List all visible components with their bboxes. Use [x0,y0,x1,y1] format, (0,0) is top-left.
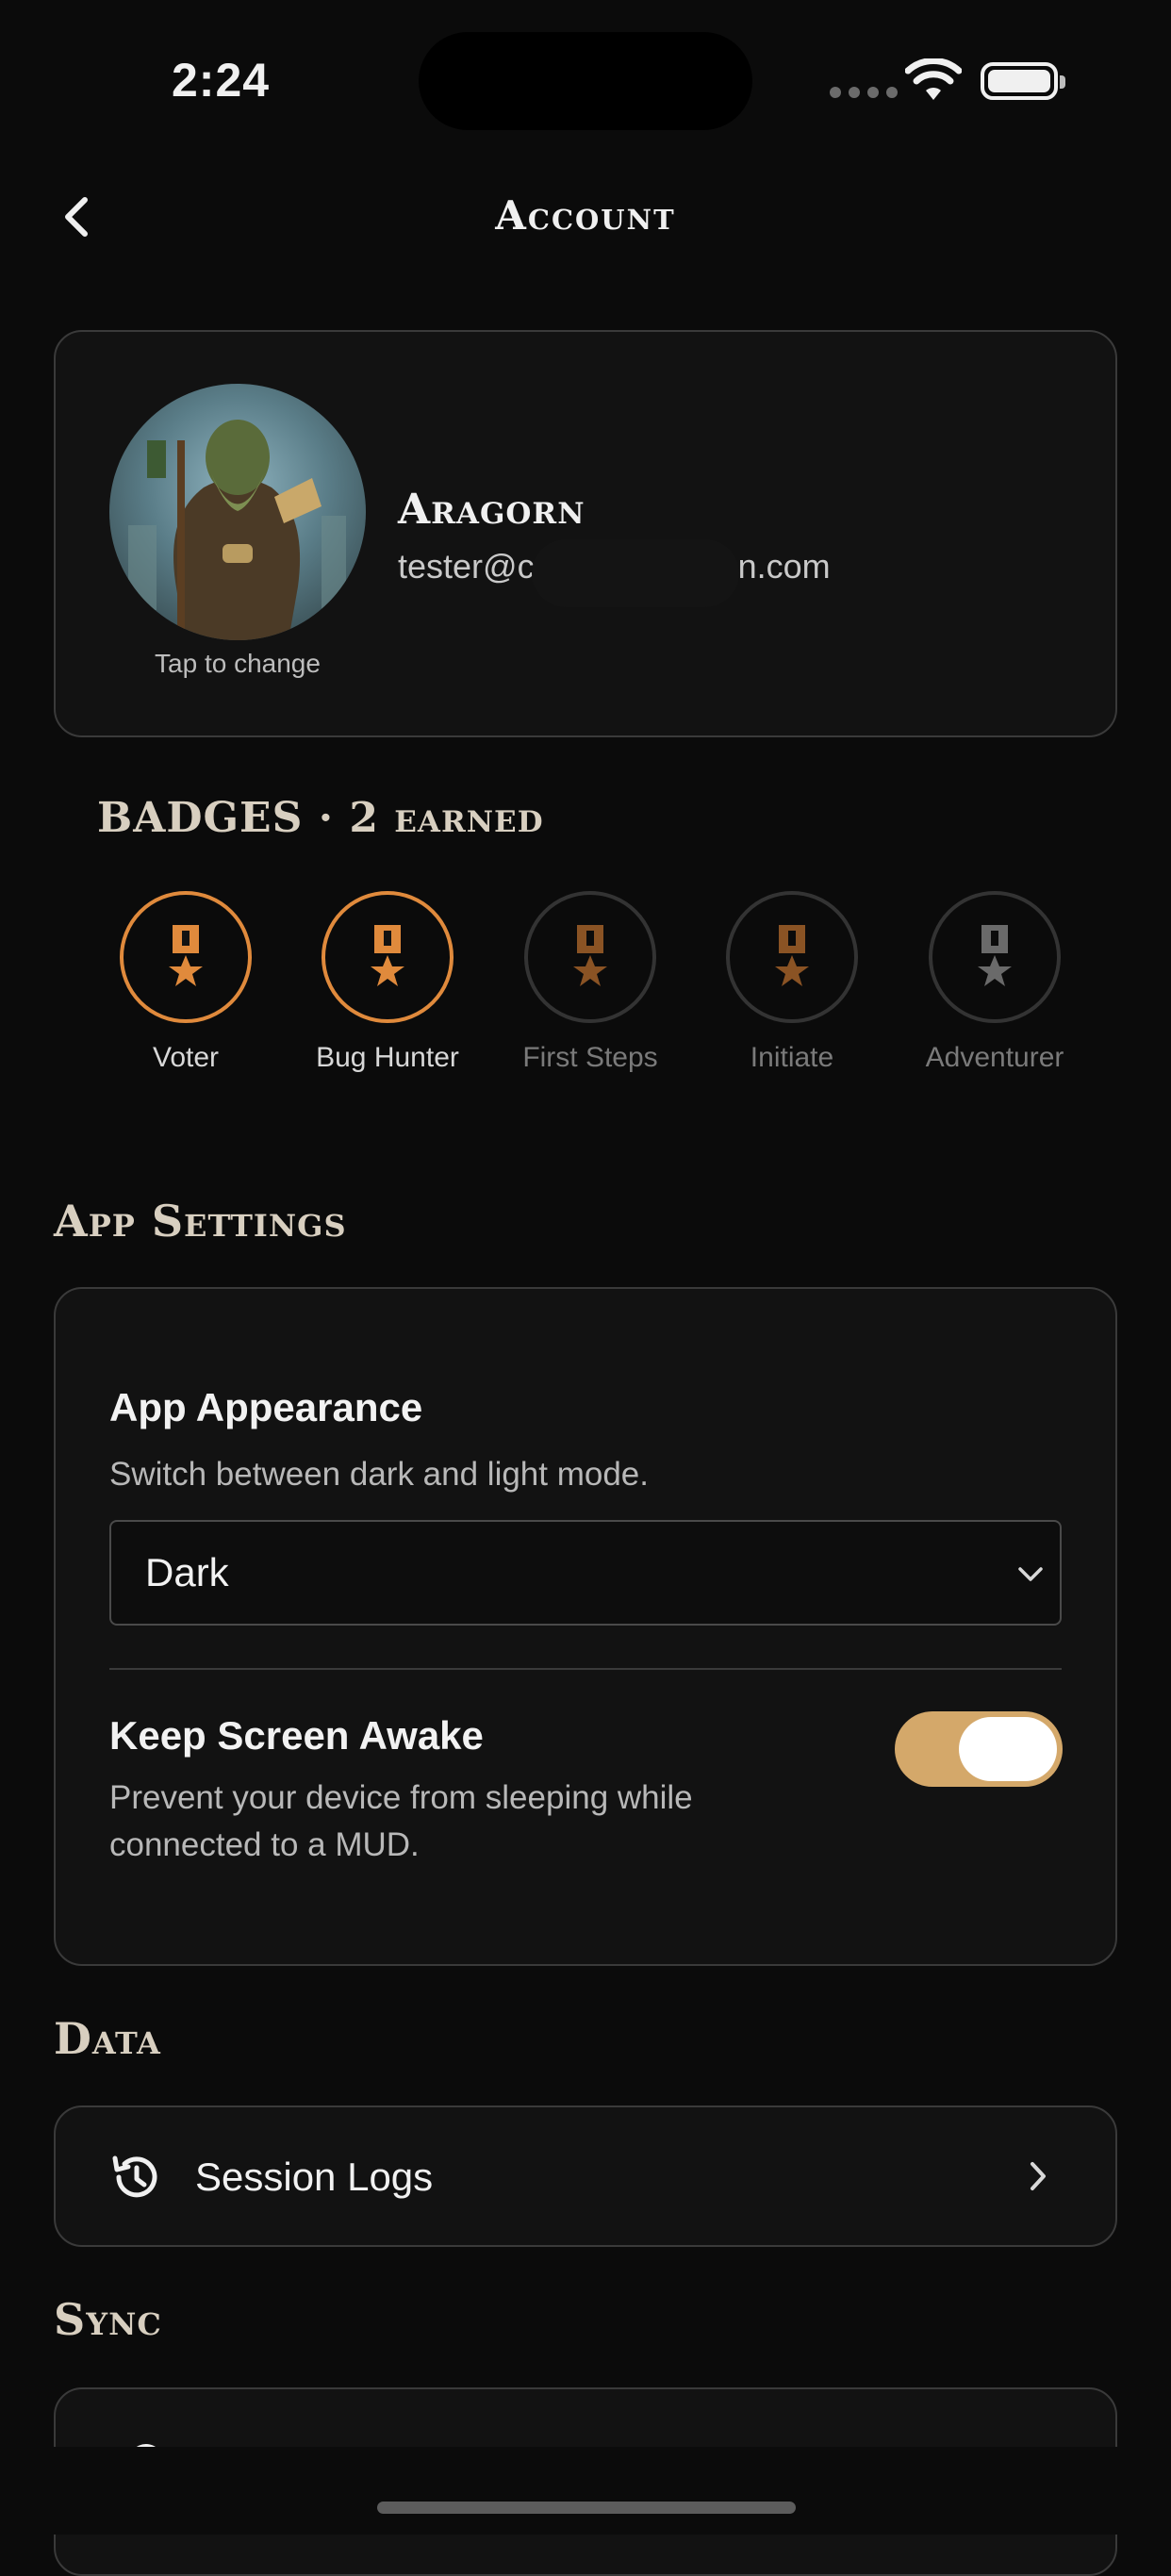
avatar-change-hint: Tap to change [155,649,321,678]
badge-label: Voter [152,1042,220,1073]
session-logs-row[interactable]: Session Logs [54,2105,1117,2247]
appearance-description: Switch between dark and light mode. [109,1456,649,1493]
bottom-fade [0,2447,1171,2535]
badges-heading: BADGES · 2 earned [97,794,544,842]
badge-label: First Steps [522,1042,658,1073]
medal-icon [371,925,404,986]
session-logs-label: Session Logs [195,2155,434,2199]
medal-icon [573,925,607,986]
badge-label: Adventurer [925,1042,1064,1073]
medal-icon [169,925,203,986]
badges-heading-earned: earned [394,794,544,842]
battery-icon [981,62,1065,100]
status-time: 2:24 [172,54,271,107]
keep-awake-description-line2: connected to a MUD. [109,1826,420,1863]
badge-bug-hunter[interactable]: Bug Hunter [286,891,489,1074]
cellular-signal-icon [830,87,898,98]
app-settings-heading: App Settings [54,1196,347,1247]
toggle-knob [959,1717,1057,1781]
medal-icon [978,925,1012,986]
app-settings-card: App Appearance Switch between dark and l… [54,1287,1117,1966]
page-title: Account [495,192,676,239]
profile-name: Aragorn [398,486,586,534]
badge-voter[interactable]: Voter [84,891,288,1074]
keep-awake-title: Keep Screen Awake [109,1713,484,1758]
badge-label: Initiate [750,1042,834,1073]
chevron-right-icon [1031,2162,1046,2190]
profile-card: Tap to change Aragorn tester@c n.com [54,330,1117,737]
badge-initiate[interactable]: Initiate [690,891,894,1074]
avatar-image [128,420,346,640]
badge-label: Bug Hunter [316,1042,459,1073]
badges-heading-count: BADGES · 2 [97,794,379,842]
divider [109,1668,1062,1670]
dynamic-island [419,32,752,130]
sync-heading: Sync [54,2294,162,2345]
data-heading: Data [54,2013,161,2064]
badge-first-steps[interactable]: First Steps [488,891,692,1074]
appearance-select[interactable]: Dark [109,1520,1062,1626]
medal-icon [775,925,809,986]
appearance-title: App Appearance [109,1385,423,1429]
home-indicator[interactable] [377,2502,796,2514]
avatar[interactable] [109,384,366,640]
badge-adventurer[interactable]: Adventurer [893,891,1097,1074]
keep-awake-toggle[interactable] [895,1711,1063,1787]
wifi-icon [905,58,962,100]
appearance-select-value: Dark [145,1550,229,1594]
history-icon [112,2155,157,2198]
chevron-down-icon [1018,1567,1043,1581]
keep-awake-description-line1: Prevent your device from sleeping while [109,1779,693,1816]
email-redaction [532,539,739,607]
